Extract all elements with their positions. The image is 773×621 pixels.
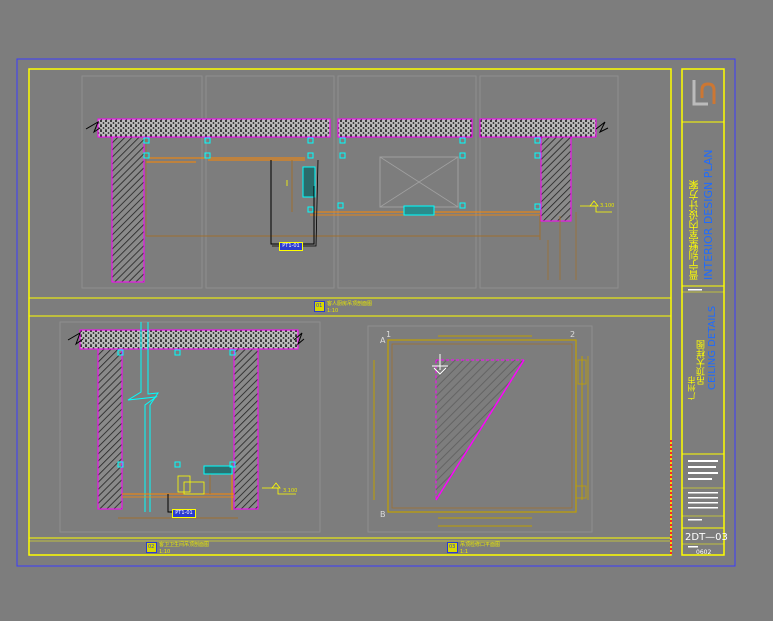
detail-02-scale: 1:10 (159, 549, 171, 555)
detail-02-title: 客卫卫生间吊顶剖面图 (159, 542, 210, 548)
detail-01-scale: 1:10 (327, 308, 339, 314)
section-tag-2: PT1-01 (172, 509, 196, 518)
ceiling-level-2: 3.100 (283, 488, 298, 494)
detail-01-title: 客人厨房吊顶剖面图 (327, 301, 373, 307)
detail-03-scale: 1:1 (460, 549, 469, 555)
detail-03-title: 吊顶检修口平面图 (460, 542, 501, 548)
detail-01-number-tag: 01 (314, 301, 325, 312)
project-title-cn: 晋宁别墅室内设计方案 (690, 180, 701, 280)
scale-code: 0602 (696, 549, 712, 556)
grid-label-2: 2 (570, 330, 576, 339)
sheet-number: 2DT—03 (685, 532, 728, 543)
cad-drawing-sheet (16, 58, 736, 567)
detail-02-section (59, 321, 321, 533)
project-title-en: INTERIOR DESIGN PLAN (702, 149, 715, 281)
grid-label-a: A (380, 336, 386, 345)
grid-label-b: B (380, 510, 386, 519)
detail-03-number-tag: 03 (447, 542, 458, 553)
grid-label-1: 1 (386, 330, 392, 339)
ceiling-level-1: 3.100 (600, 203, 615, 209)
section-tag-1: PT1-01 (279, 242, 303, 251)
detail-03-plan (367, 325, 593, 533)
detail-02-number-tag: 02 (146, 542, 157, 553)
drawing-title-en: CEILING DETAILS (707, 305, 718, 390)
detail-01-section (81, 75, 619, 289)
